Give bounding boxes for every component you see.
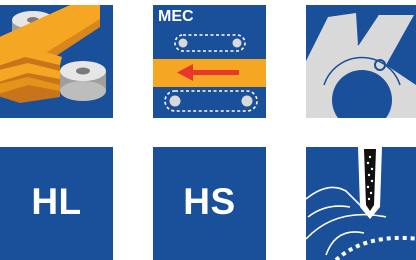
tile-hs[interactable]: HS [153,147,266,260]
tile-mec[interactable]: MEC [153,5,266,118]
tile-belt-rollers[interactable] [0,5,113,118]
tile-blade-disc[interactable] [306,5,416,118]
tile-cutting-edge[interactable] [306,147,416,260]
belt-roller-icon [0,5,106,103]
tile-label-mec: MEC [158,8,194,25]
cutting-edge-icon [306,147,416,260]
tile-label-hl: HL [31,181,82,222]
tile-label-hs: HS [183,181,236,222]
blade-disc-icon [306,13,416,118]
tile-hl[interactable]: HL [0,147,113,260]
